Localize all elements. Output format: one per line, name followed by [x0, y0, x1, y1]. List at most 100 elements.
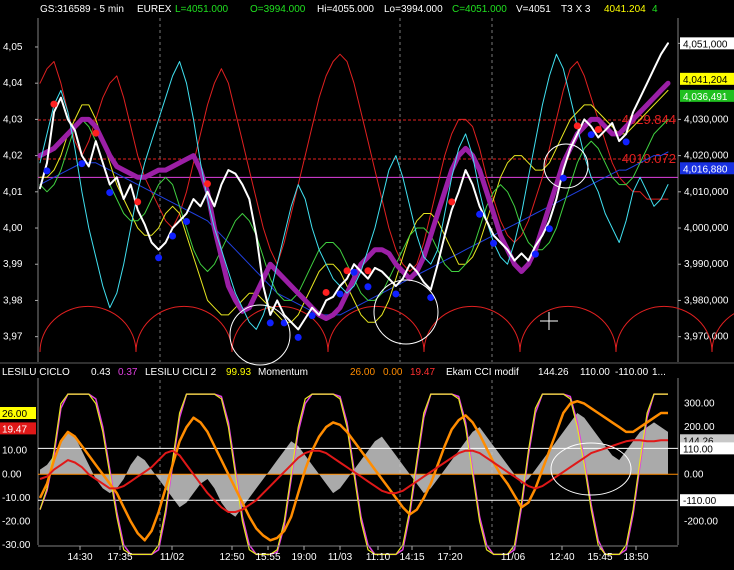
y-tick-label: 3,98 — [3, 295, 23, 306]
red-signal-dot — [92, 129, 100, 137]
blue-signal-dot — [490, 239, 498, 247]
blue-signal-dot — [78, 160, 86, 168]
y-tick-label: 4,05 — [3, 42, 23, 53]
red-signal-dot — [594, 125, 602, 133]
blue-signal-dot — [155, 254, 163, 262]
osc-badge-left-label: 19.47 — [2, 424, 27, 435]
ind-cci-value2: 110.00 — [580, 367, 610, 378]
blue-signal-dot — [336, 290, 344, 298]
ind-cicli2-name: LESILU CICLI 2 — [145, 367, 217, 378]
header-volume: V=4051 — [516, 4, 551, 15]
osc-badge-right-label: 110.00 — [683, 444, 713, 455]
x-tick-label: 12:50 — [219, 552, 244, 563]
blue-signal-dot — [308, 312, 316, 320]
x-tick-label: 15:45 — [587, 552, 612, 563]
y-tick-label-right: 3,990,000 — [684, 259, 729, 270]
y-tick-label: 3,99 — [3, 259, 23, 270]
header-extra1: 4041.204 — [604, 4, 646, 15]
red-signal-dot — [343, 267, 351, 275]
y-tick-label-right: 4,000,000 — [684, 223, 729, 234]
header-tag: T3 X 3 — [561, 4, 591, 15]
osc-y-tick-label: 10.00 — [2, 446, 27, 457]
ind-cci-value: 144.26 — [538, 367, 569, 378]
blue-signal-dot — [392, 290, 400, 298]
x-tick-label: 19:00 — [291, 552, 316, 563]
osc-y-tick-label: 0.00 — [2, 469, 22, 480]
osc-badge-left-label: 26.00 — [2, 409, 27, 420]
red-signal-dot — [573, 122, 581, 130]
blue-signal-dot — [531, 250, 539, 258]
header-last: L=4051.000 — [175, 4, 229, 15]
blue-signal-dot — [364, 283, 372, 291]
x-tick-label: 11/03 — [328, 552, 353, 563]
ind-cci-name: Ekam CCI modif — [446, 367, 519, 378]
osc-badge-right-label: -110.00 — [683, 496, 717, 507]
ind-cicli2-value: 99.93 — [226, 367, 251, 378]
chart-canvas: GS:316589 - 5 min EUREX L=4051.000 O=399… — [0, 0, 734, 565]
y-tick-label: 4,03 — [3, 114, 23, 125]
header-exchange: EUREX — [137, 4, 172, 15]
ind-cci-value3: -110.00 — [615, 367, 649, 378]
blue-signal-dot — [559, 174, 567, 182]
blue-signal-dot — [43, 167, 51, 175]
red-signal-dot — [50, 100, 58, 108]
y-tick-label: 4,01 — [3, 187, 23, 198]
price-badge-label: 4,036,491 — [683, 92, 728, 103]
y-tick-label-right: 4,020,000 — [684, 151, 729, 162]
red-signal-dot — [134, 198, 142, 206]
ind-momentum-value: 26.00 — [350, 367, 375, 378]
y-tick-label-right: 4,010,000 — [684, 187, 729, 198]
ind-ciclo-value: 0.43 — [91, 367, 111, 378]
osc-y-tick-label: -20.00 — [2, 516, 31, 527]
blue-signal-dot — [106, 189, 114, 197]
x-tick-label: 11/02 — [160, 552, 185, 563]
ind-ciclo-name: LESILU CICLO — [2, 367, 70, 378]
red-signal-dot — [322, 288, 330, 296]
osc-y-tick-label-right: 200.00 — [684, 422, 715, 433]
blue-signal-dot — [294, 333, 302, 341]
red-signal-dot — [203, 180, 211, 188]
blue-signal-dot — [587, 131, 595, 139]
x-tick-label: 14:30 — [67, 552, 92, 563]
x-tick-label: 11:10 — [366, 552, 391, 563]
ind-momentum-value2: 0.00 — [383, 367, 403, 378]
header-open: O=3994.000 — [250, 4, 306, 15]
x-tick-label: 14:15 — [399, 552, 424, 563]
blue-signal-dot — [183, 218, 191, 226]
blue-signal-dot — [169, 232, 177, 240]
ind-cci-value4: 1... — [652, 367, 666, 378]
blue-signal-dot — [266, 319, 274, 327]
osc-y-tick-label-right: 0.00 — [684, 469, 704, 480]
x-tick-label: 17:20 — [437, 552, 462, 563]
osc-y-tick-label: -10.00 — [2, 493, 31, 504]
x-tick-label: 17:35 — [107, 552, 132, 563]
header-low: Lo=3994.000 — [384, 4, 443, 15]
y-tick-label: 3,97 — [3, 332, 23, 343]
osc-y-tick-label: -30.00 — [2, 540, 31, 551]
y-tick-label-right: 3,980,000 — [684, 295, 729, 306]
osc-y-tick-label-right: -200.00 — [684, 516, 718, 527]
ind-momentum-value3: 19.47 — [410, 367, 435, 378]
price-badge-label: 4,041,204 — [683, 75, 728, 86]
x-tick-label: 12:40 — [549, 552, 574, 563]
header-high: Hi=4055.000 — [317, 4, 374, 15]
blue-signal-dot — [545, 225, 553, 233]
x-tick-label: 15:55 — [255, 552, 280, 563]
y-tick-label-right: 3,970,000 — [684, 332, 729, 343]
price-badge-label: 4,016,880 — [683, 164, 728, 175]
blue-signal-dot — [622, 138, 630, 146]
header-extra2: 4 — [652, 4, 658, 15]
blue-signal-dot — [350, 268, 358, 276]
ind-ciclo-value2: 0.37 — [118, 367, 138, 378]
x-tick-label: 18:50 — [623, 552, 648, 563]
y-tick-label: 4,04 — [3, 78, 23, 89]
y-tick-label: 4,02 — [3, 151, 23, 162]
x-tick-label: 11/06 — [501, 552, 526, 563]
trading-chart: GS:316589 - 5 min EUREX L=4051.000 O=399… — [0, 0, 734, 565]
y-tick-label: 4,00 — [3, 223, 23, 234]
ind-momentum-name: Momentum — [258, 367, 308, 378]
blue-signal-dot — [476, 210, 484, 218]
header-symbol: GS:316589 - 5 min — [40, 4, 124, 15]
red-signal-dot — [364, 267, 372, 275]
header-close: C=4051.000 — [452, 4, 507, 15]
